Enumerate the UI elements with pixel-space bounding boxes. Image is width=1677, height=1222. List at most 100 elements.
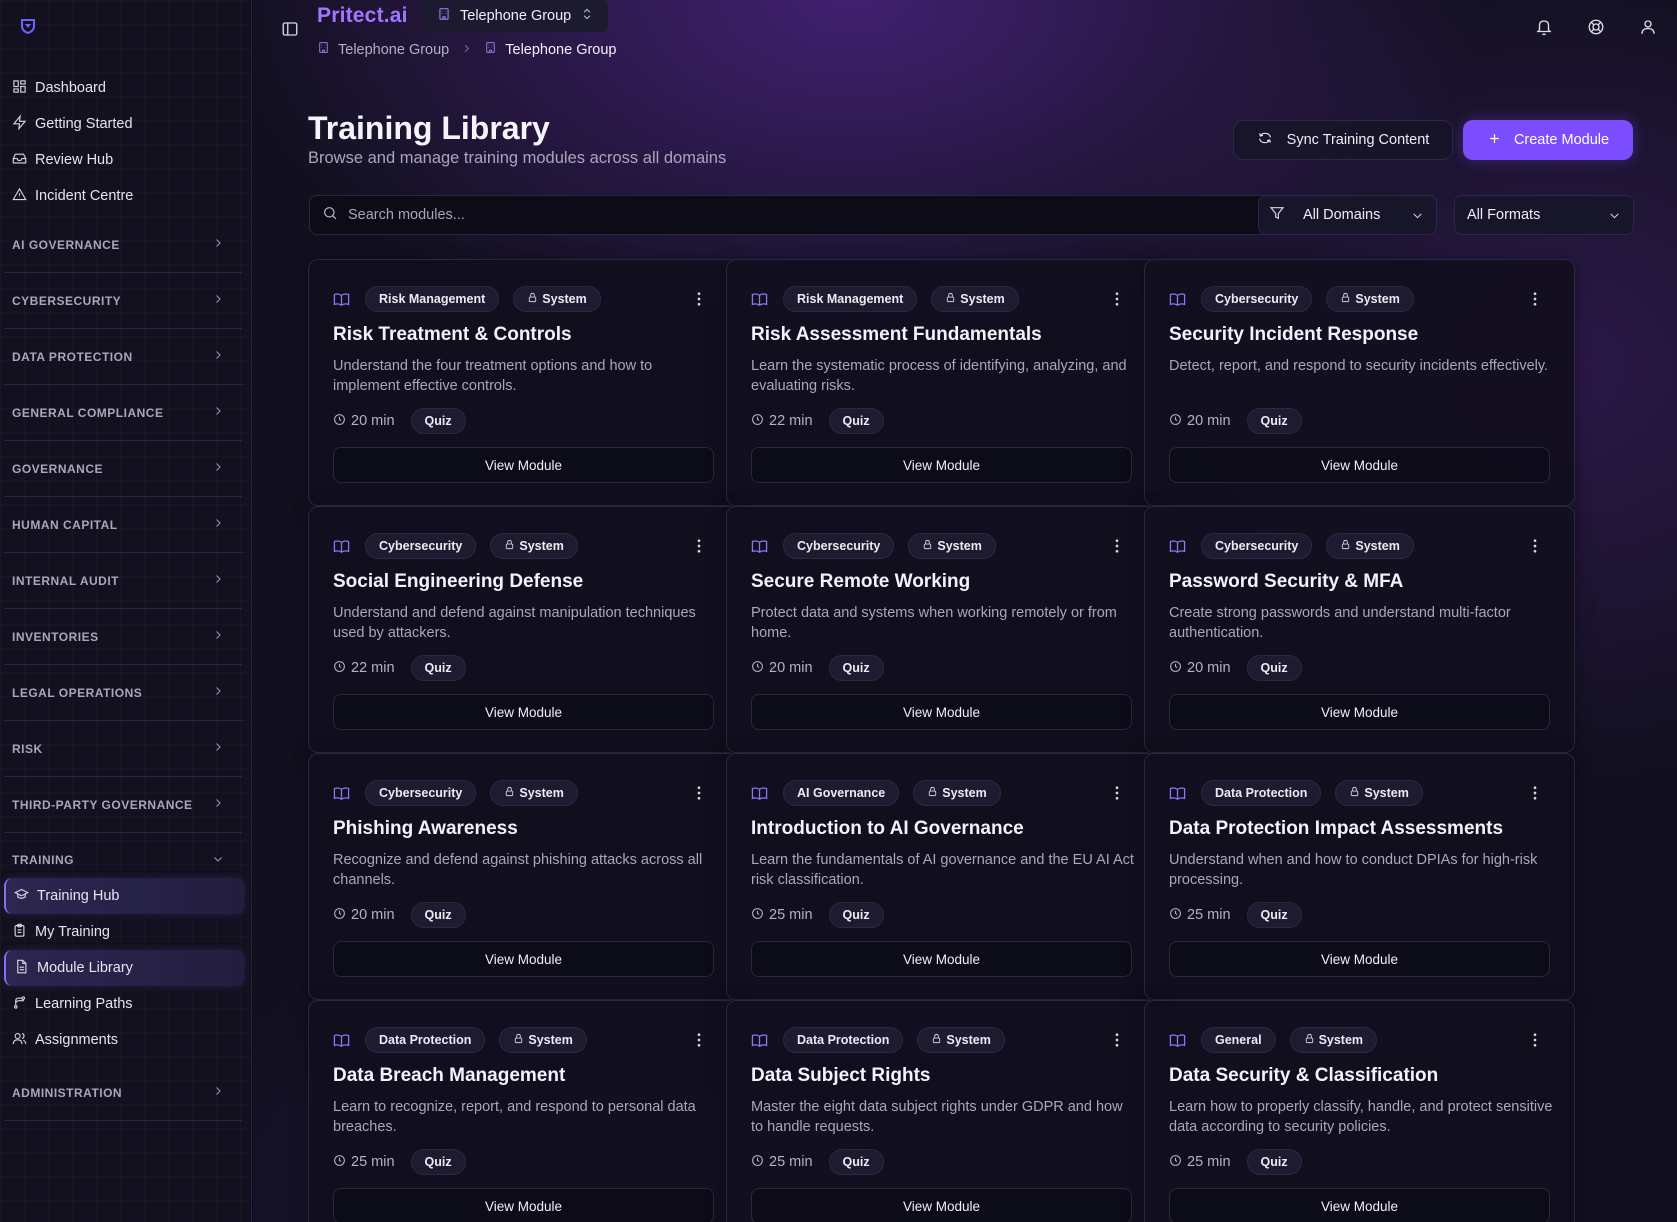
sidebar-section-legal-operations[interactable]: LEGAL OPERATIONS bbox=[4, 665, 242, 721]
module-card[interactable]: AI Governance System Introduction to AI … bbox=[726, 753, 1157, 1000]
domain-filter-select[interactable]: All Domains bbox=[1258, 195, 1437, 235]
sidebar-section-administration[interactable]: ADMINISTRATION bbox=[4, 1065, 242, 1121]
lightning-icon bbox=[12, 113, 27, 134]
sidebar-item-review-hub[interactable]: Review Hub bbox=[0, 142, 252, 178]
card-description: Understand when and how to conduct DPIAs… bbox=[1169, 852, 1538, 888]
more-options-icon[interactable] bbox=[1108, 290, 1126, 308]
clock-icon bbox=[1169, 660, 1182, 677]
card-header: Cybersecurity System bbox=[751, 533, 1126, 559]
more-options-icon[interactable] bbox=[1526, 1031, 1544, 1049]
sidebar-item-incident-centre[interactable]: Incident Centre bbox=[0, 178, 252, 214]
format-filter-select[interactable]: All Formats bbox=[1454, 195, 1634, 235]
module-card[interactable]: Cybersecurity System Phishing Awareness … bbox=[308, 753, 739, 1000]
more-options-icon[interactable] bbox=[1108, 537, 1126, 555]
view-module-button[interactable]: View Module bbox=[751, 1188, 1132, 1222]
page-subtitle: Browse and manage training modules acros… bbox=[308, 149, 727, 167]
view-module-button[interactable]: View Module bbox=[333, 447, 714, 483]
card-header: General System bbox=[1169, 1027, 1544, 1053]
help-buoy-icon[interactable] bbox=[1587, 18, 1605, 41]
sidebar-section-data-protection[interactable]: DATA PROTECTION bbox=[4, 329, 242, 385]
sidebar-item-dashboard[interactable]: Dashboard bbox=[0, 70, 252, 106]
sidebar-item-label: Dashboard bbox=[35, 80, 106, 96]
dashboard-icon bbox=[12, 79, 27, 98]
system-badge: System bbox=[908, 533, 996, 559]
view-module-button[interactable]: View Module bbox=[333, 941, 714, 977]
more-options-icon[interactable] bbox=[690, 537, 708, 555]
system-badge: System bbox=[1326, 533, 1414, 559]
more-options-icon[interactable] bbox=[1526, 290, 1544, 308]
create-module-button[interactable]: Create Module bbox=[1463, 120, 1633, 160]
view-module-button[interactable]: View Module bbox=[751, 447, 1132, 483]
bell-icon[interactable] bbox=[1535, 18, 1553, 41]
view-module-button[interactable]: View Module bbox=[751, 941, 1132, 977]
clock-icon bbox=[1169, 907, 1182, 924]
sidebar-item-getting-started[interactable]: Getting Started bbox=[0, 106, 252, 142]
sidebar-section-internal-audit[interactable]: INTERNAL AUDIT bbox=[4, 553, 242, 609]
sidebar-section-cybersecurity[interactable]: CYBERSECURITY bbox=[4, 273, 242, 329]
sidebar-top-nav: Dashboard Getting Started Review Hub Inc… bbox=[0, 70, 252, 214]
more-options-icon[interactable] bbox=[690, 1031, 708, 1049]
lock-icon bbox=[513, 1033, 524, 1047]
user-icon[interactable] bbox=[1639, 18, 1657, 41]
sidebar-section-risk[interactable]: RISK bbox=[4, 721, 242, 777]
sidebar-item-module-library[interactable]: Module Library bbox=[4, 950, 244, 986]
sidebar: Dashboard Getting Started Review Hub Inc… bbox=[0, 0, 252, 1222]
module-card[interactable]: Cybersecurity System Secure Remote Worki… bbox=[726, 506, 1157, 753]
module-card[interactable]: General System Data Security & Classific… bbox=[1144, 1000, 1575, 1222]
more-options-icon[interactable] bbox=[1108, 784, 1126, 802]
sidebar-toggle-button[interactable] bbox=[281, 20, 299, 38]
sidebar-section-human-capital[interactable]: HUMAN CAPITAL bbox=[4, 497, 242, 553]
sidebar-section-inventories[interactable]: INVENTORIES bbox=[4, 609, 242, 665]
search-input[interactable] bbox=[348, 207, 1248, 223]
view-module-button[interactable]: View Module bbox=[1169, 941, 1550, 977]
sidebar-section-third-party-governance[interactable]: THIRD-PARTY GOVERNANCE bbox=[4, 777, 242, 833]
module-card[interactable]: Cybersecurity System Password Security &… bbox=[1144, 506, 1575, 753]
card-meta: 20 min Quiz bbox=[333, 408, 466, 434]
module-card[interactable]: Cybersecurity System Security Incident R… bbox=[1144, 259, 1575, 506]
sidebar-item-assignments[interactable]: Assignments bbox=[4, 1022, 244, 1058]
view-module-button[interactable]: View Module bbox=[1169, 694, 1550, 730]
sidebar-section-ai-governance[interactable]: AI GOVERNANCE bbox=[4, 217, 242, 273]
more-options-icon[interactable] bbox=[1108, 1031, 1126, 1049]
more-options-icon[interactable] bbox=[1526, 537, 1544, 555]
sidebar-section-governance[interactable]: GOVERNANCE bbox=[4, 441, 242, 497]
module-card[interactable]: Data Protection System Data Subject Righ… bbox=[726, 1000, 1157, 1222]
more-options-icon[interactable] bbox=[690, 290, 708, 308]
view-module-button[interactable]: View Module bbox=[1169, 447, 1550, 483]
card-meta: 22 min Quiz bbox=[333, 655, 466, 681]
card-header: AI Governance System bbox=[751, 780, 1126, 806]
format-badge: Quiz bbox=[828, 408, 884, 434]
card-description: Recognize and defend against phishing at… bbox=[333, 852, 703, 888]
sidebar-section-general-compliance[interactable]: GENERAL COMPLIANCE bbox=[4, 385, 242, 441]
more-options-icon[interactable] bbox=[690, 784, 708, 802]
module-card[interactable]: Risk Management System Risk Assessment F… bbox=[726, 259, 1157, 506]
view-module-button[interactable]: View Module bbox=[751, 694, 1132, 730]
card-title: Secure Remote Working bbox=[751, 571, 971, 592]
clock-icon bbox=[751, 1154, 764, 1171]
domain-badge: Cybersecurity bbox=[783, 533, 895, 559]
card-description: Understand the four treatment options an… bbox=[333, 358, 653, 394]
brand-name[interactable]: Pritect.ai bbox=[317, 4, 408, 28]
breadcrumb-item[interactable]: Telephone Group bbox=[338, 42, 449, 58]
view-module-button[interactable]: View Module bbox=[1169, 1188, 1550, 1222]
view-module-button[interactable]: View Module bbox=[333, 694, 714, 730]
module-card[interactable]: Data Protection System Data Breach Manag… bbox=[308, 1000, 739, 1222]
card-title: Data Breach Management bbox=[333, 1065, 566, 1086]
sync-training-content-button[interactable]: Sync Training Content bbox=[1233, 120, 1453, 160]
org-selector[interactable]: Telephone Group bbox=[423, 0, 609, 32]
sidebar-item-learning-paths[interactable]: Learning Paths bbox=[4, 986, 244, 1022]
clock-icon bbox=[1169, 413, 1182, 430]
card-header: Data Protection System bbox=[333, 1027, 708, 1053]
system-badge: System bbox=[913, 780, 1001, 806]
sidebar-item-training-hub[interactable]: Training Hub bbox=[4, 878, 244, 914]
logo-icon[interactable] bbox=[20, 18, 36, 35]
module-card[interactable]: Data Protection System Data Protection I… bbox=[1144, 753, 1575, 1000]
inbox-icon bbox=[12, 151, 27, 170]
module-card[interactable]: Cybersecurity System Social Engineering … bbox=[308, 506, 739, 753]
module-card[interactable]: Risk Management System Risk Treatment & … bbox=[308, 259, 739, 506]
more-options-icon[interactable] bbox=[1526, 784, 1544, 802]
view-module-button[interactable]: View Module bbox=[333, 1188, 714, 1222]
system-badge: System bbox=[1289, 1027, 1378, 1053]
chevron-down-icon bbox=[212, 853, 224, 868]
sidebar-item-my-training[interactable]: My Training bbox=[4, 914, 244, 950]
